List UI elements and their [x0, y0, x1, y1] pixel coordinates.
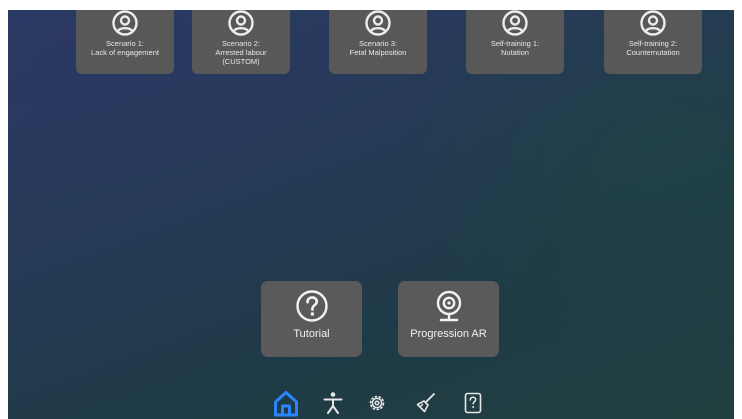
brush-icon [416, 393, 435, 413]
home-icon [274, 391, 298, 417]
user-circle-icon [112, 10, 138, 36]
scenario-label: Self-training 2: Counternutation [626, 39, 680, 57]
scenario-tile-1[interactable]: Scenario 1: Lack of engagement [76, 10, 174, 74]
app-screen: Scenario 1: Lack of engagement Scenario … [8, 10, 734, 419]
scenario-tile-5[interactable]: Self-training 2: Counternutation [604, 10, 702, 74]
webcam-icon [436, 290, 461, 322]
progression-ar-label: Progression AR [410, 328, 487, 340]
bottom-nav [8, 386, 734, 419]
scenario-tile-2[interactable]: Scenario 2: Arrested labour (CUSTOM) [192, 10, 290, 74]
tutorial-button[interactable]: Tutorial [261, 281, 362, 357]
user-circle-icon [640, 10, 666, 36]
user-circle-icon [365, 10, 391, 36]
help-document-icon [464, 392, 482, 414]
nav-home[interactable] [270, 386, 302, 419]
nav-accessibility[interactable] [320, 386, 346, 419]
scenario-label: Scenario 3: Fetal Malposition [349, 39, 407, 57]
tutorial-label: Tutorial [293, 328, 330, 340]
progression-ar-button[interactable]: Progression AR [398, 281, 499, 357]
scenario-tile-3[interactable]: Scenario 3: Fetal Malposition [329, 10, 427, 74]
user-circle-icon [502, 10, 528, 36]
scenario-label: Scenario 1: Lack of engagement [91, 39, 159, 57]
user-circle-icon [228, 10, 254, 36]
nav-help[interactable] [461, 386, 485, 419]
nav-theme[interactable] [412, 386, 440, 419]
scenario-label: Scenario 2: Arrested labour (CUSTOM) [215, 39, 267, 66]
question-circle-icon [295, 290, 328, 322]
scenario-label: Self-training 1: Nutation [490, 39, 540, 57]
nav-settings[interactable] [364, 386, 390, 419]
gear-icon [369, 395, 385, 411]
person-icon [323, 392, 343, 414]
scenario-tile-4[interactable]: Self-training 1: Nutation [466, 10, 564, 74]
